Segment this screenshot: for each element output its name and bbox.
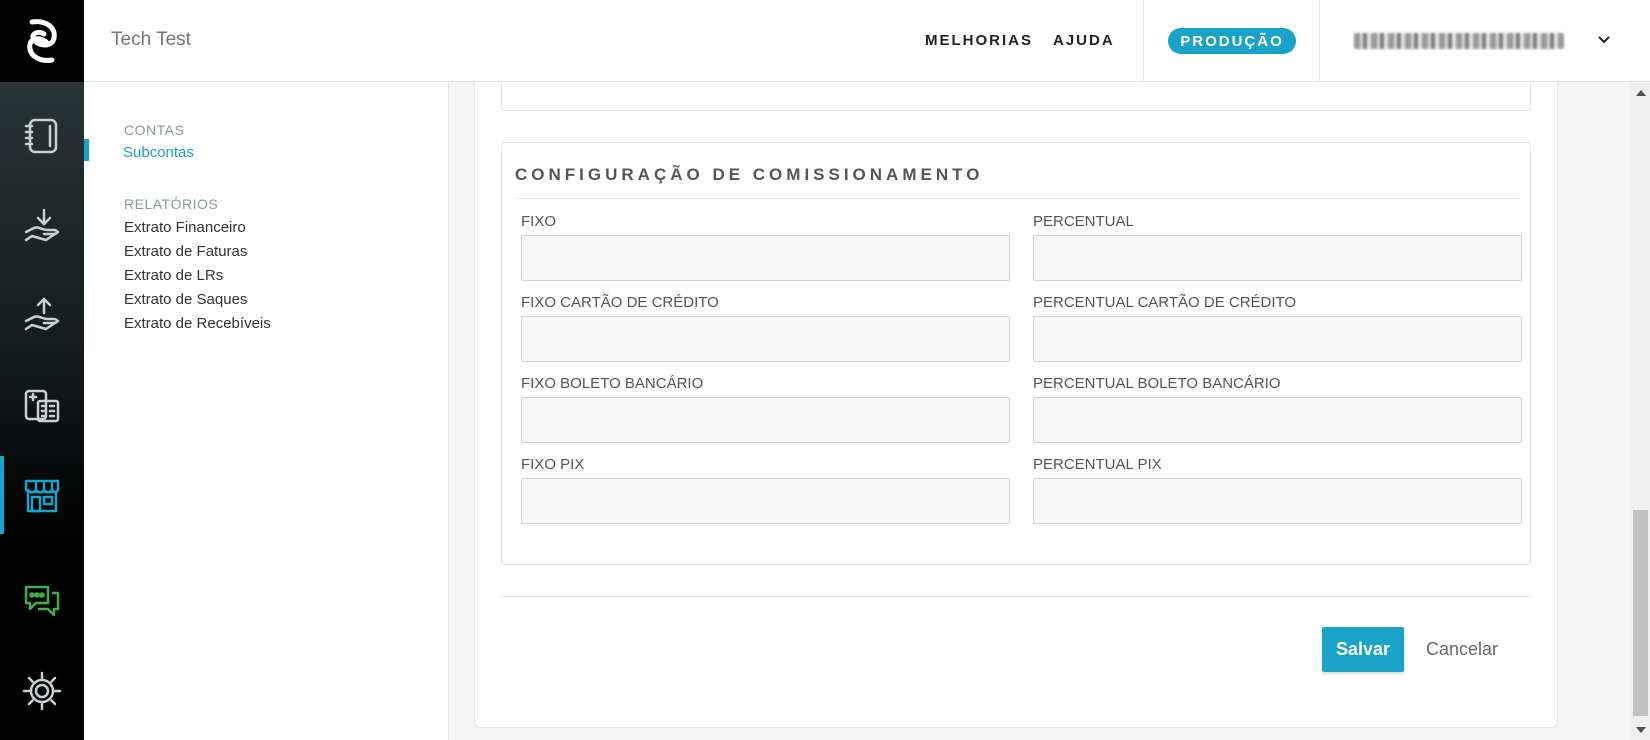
- commission-config-panel: CONFIGURAÇÃO DE COMISSIONAMENTO FIXO PER…: [501, 142, 1531, 565]
- icon-rail: [0, 0, 84, 740]
- header-separator: [1319, 0, 1320, 82]
- sidebar-heading-contas: CONTAS: [124, 122, 185, 138]
- user-name-blurred[interactable]: [1354, 33, 1564, 49]
- gear-icon: [22, 671, 62, 711]
- input-fixo-pix[interactable]: [521, 478, 1010, 524]
- label-percentual: PERCENTUAL: [1033, 213, 1134, 230]
- rail-item-calculator[interactable]: [0, 366, 84, 444]
- input-percentual[interactable]: [1033, 235, 1522, 281]
- scroll-down-icon[interactable]: [1636, 727, 1646, 733]
- rail-item-send[interactable]: [0, 276, 84, 354]
- input-percentual-pix[interactable]: [1033, 478, 1522, 524]
- rail-item-store[interactable]: [0, 456, 84, 534]
- scroll-thumb[interactable]: [1633, 510, 1648, 716]
- label-fixo-pix: FIXO PIX: [521, 456, 585, 473]
- footer-divider: [501, 596, 1531, 597]
- cancel-button[interactable]: Cancelar: [1415, 627, 1509, 672]
- app-title: Tech Test: [111, 29, 191, 50]
- input-percentual-boleto[interactable]: [1033, 397, 1522, 443]
- input-fixo-boleto[interactable]: [521, 397, 1010, 443]
- rail-item-notebook[interactable]: [0, 97, 84, 175]
- input-fixo[interactable]: [521, 235, 1010, 281]
- page-scrollbar[interactable]: [1631, 82, 1650, 740]
- sidebar-active-indicator: [84, 139, 89, 161]
- label-fixo: FIXO: [521, 213, 557, 230]
- rail-item-chat[interactable]: [0, 562, 84, 640]
- panel-divider: [515, 198, 1519, 199]
- header-separator: [1143, 0, 1144, 82]
- scroll-up-icon[interactable]: [1636, 90, 1646, 96]
- brand-logo-icon: [27, 19, 57, 63]
- calculator-icon: [24, 389, 60, 423]
- brand-logo[interactable]: [0, 0, 84, 82]
- nav-link-melhorias[interactable]: MELHORIAS: [925, 32, 1033, 49]
- sidebar-item-extrato-recebiveis[interactable]: Extrato de Recebíveis: [124, 315, 271, 332]
- panel-title: CONFIGURAÇÃO DE COMISSIONAMENTO: [515, 165, 984, 184]
- sidebar-item-extrato-faturas[interactable]: Extrato de Faturas: [124, 243, 247, 260]
- label-percentual-pix: PERCENTUAL PIX: [1033, 456, 1162, 473]
- chevron-down-icon[interactable]: [1596, 32, 1612, 48]
- label-percentual-boleto: PERCENTUAL BOLETO BANCÁRIO: [1033, 375, 1281, 392]
- environment-badge[interactable]: PRODUÇÃO: [1168, 28, 1296, 54]
- top-header: Tech Test MELHORIAS AJUDA PRODUÇÃO: [84, 0, 1650, 82]
- sidebar-item-subcontas[interactable]: Subcontas: [123, 144, 194, 161]
- label-fixo-boleto: FIXO BOLETO BANCÁRIO: [521, 375, 704, 392]
- main-content: CONFIGURAÇÃO DE COMISSIONAMENTO FIXO PER…: [449, 82, 1631, 740]
- nav-link-ajuda[interactable]: AJUDA: [1053, 32, 1115, 49]
- hand-send-icon: [24, 297, 60, 331]
- sidebar-item-extrato-lrs[interactable]: Extrato de LRs: [124, 267, 223, 284]
- label-percentual-cartao: PERCENTUAL CARTÃO DE CRÉDITO: [1033, 294, 1297, 311]
- label-fixo-cartao: FIXO CARTÃO DE CRÉDITO: [521, 294, 719, 311]
- secondary-sidebar: CONTAS Subcontas RELATÓRIOS Extrato Fina…: [84, 82, 449, 740]
- rail-item-receive[interactable]: [0, 187, 84, 265]
- form-card: CONFIGURAÇÃO DE COMISSIONAMENTO FIXO PER…: [474, 82, 1558, 728]
- sidebar-item-extrato-saques[interactable]: Extrato de Saques: [124, 291, 247, 308]
- sidebar-item-extrato-financeiro[interactable]: Extrato Financeiro: [124, 219, 246, 236]
- previous-panel: [501, 82, 1531, 111]
- rail-item-settings[interactable]: [0, 652, 84, 730]
- notebook-icon: [24, 118, 58, 154]
- sidebar-heading-relatorios: RELATÓRIOS: [124, 196, 219, 212]
- input-percentual-cartao[interactable]: [1033, 316, 1522, 362]
- store-icon: [24, 479, 60, 513]
- hand-receive-icon: [24, 208, 60, 242]
- save-button[interactable]: Salvar: [1322, 627, 1404, 672]
- chat-bubbles-icon: [24, 585, 60, 617]
- input-fixo-cartao[interactable]: [521, 316, 1010, 362]
